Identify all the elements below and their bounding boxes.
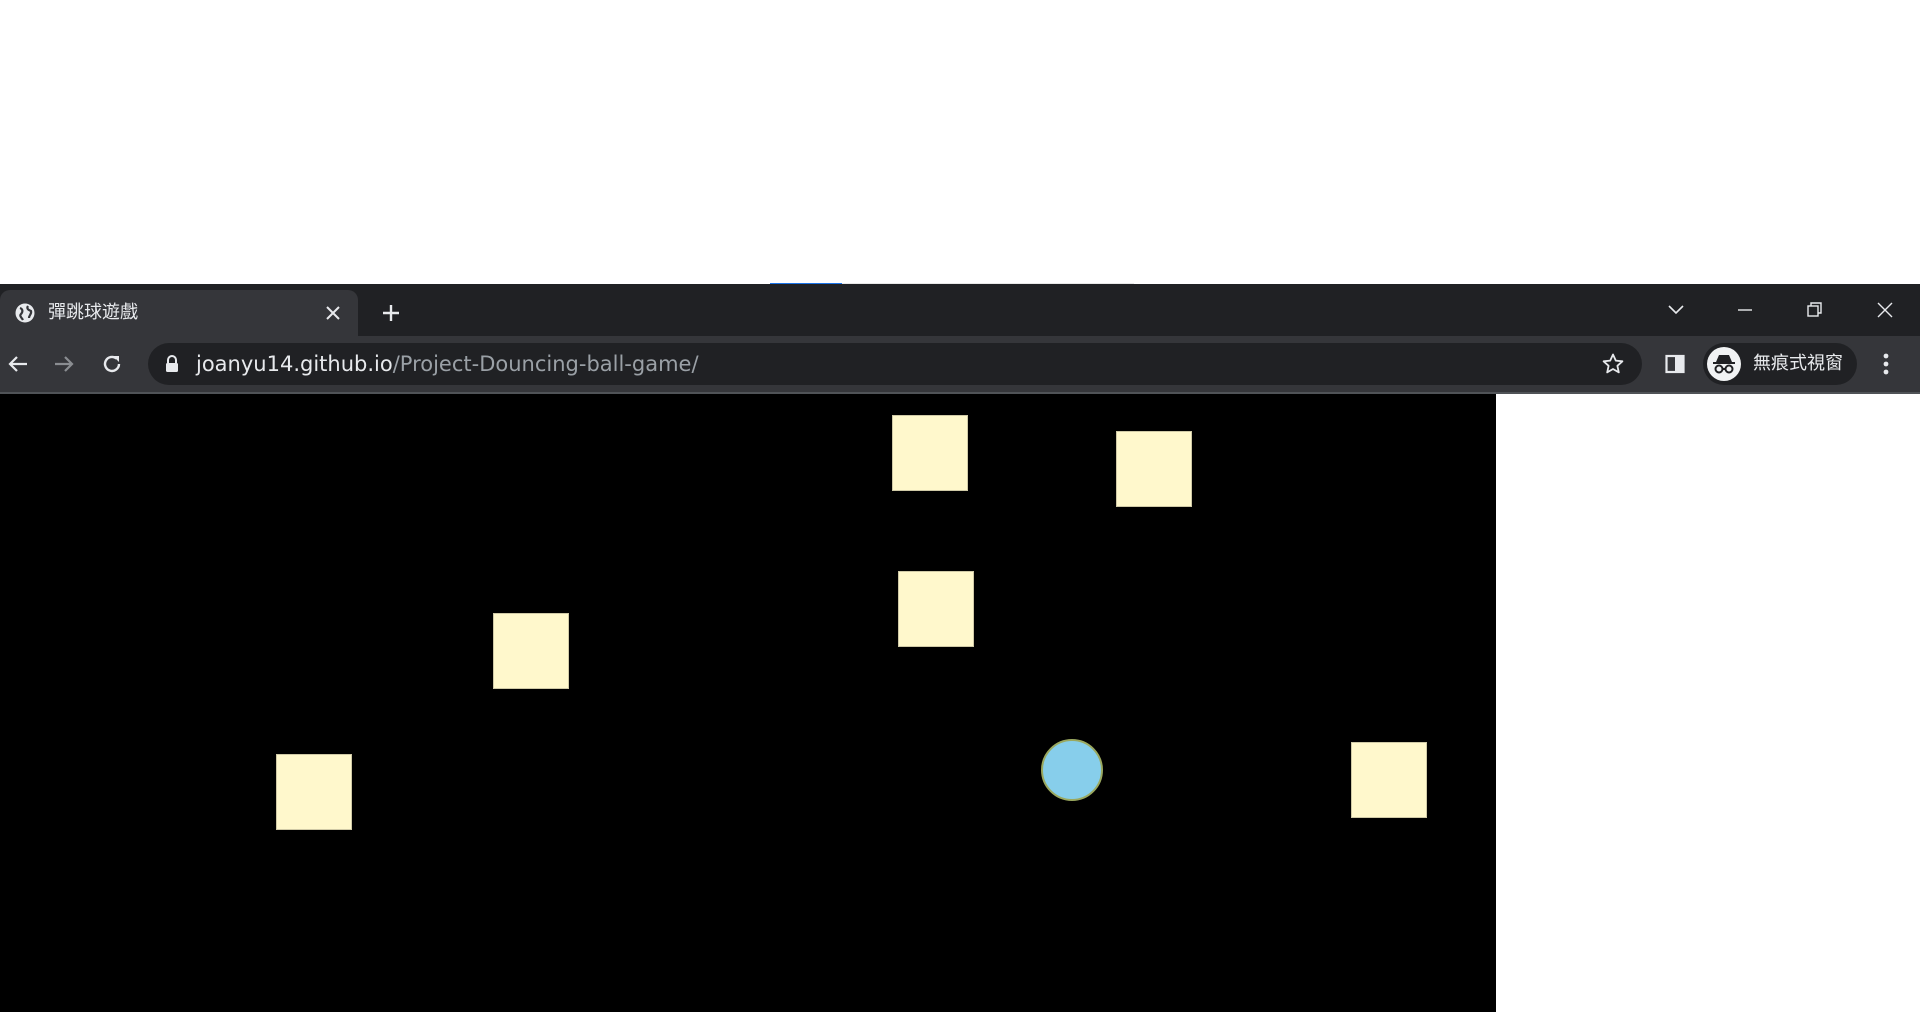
incognito-icon [1707,347,1741,381]
back-button[interactable] [0,346,36,382]
bouncing-ball [1041,739,1103,801]
minimize-icon [1738,309,1752,311]
side-panel-button[interactable] [1657,346,1693,382]
star-icon [1602,353,1624,374]
close-icon [1877,302,1893,318]
blank-area-above-browser [0,0,1920,283]
arrow-right-icon [55,356,74,372]
restore-button[interactable] [1795,294,1835,326]
close-icon[interactable] [320,300,346,326]
browser-menu-button[interactable] [1868,346,1904,382]
square-block [892,415,968,491]
page-viewport [0,394,1920,1012]
arrow-left-icon [8,356,27,372]
square-block [493,613,569,689]
incognito-label: 無痕式視窗 [1753,353,1843,374]
tab-active[interactable]: 彈跳球遊戲 [0,290,358,336]
square-block [1116,431,1192,507]
forward-button[interactable] [46,346,82,382]
url-text[interactable]: joanyu14.github.io/Project-Douncing-ball… [196,343,699,385]
url-host: joanyu14.github.io [196,352,393,376]
plus-icon [383,305,399,321]
bookmark-button[interactable] [1596,347,1630,381]
incognito-profile-button[interactable]: 無痕式視窗 [1703,343,1857,385]
globe-icon [14,302,36,324]
reload-button[interactable] [94,346,130,382]
minimize-button[interactable] [1725,294,1765,326]
square-block [898,571,974,647]
url-path: /Project-Douncing-ball-game/ [392,352,699,376]
window-close-button[interactable] [1865,294,1905,326]
square-block [276,754,352,830]
game-canvas[interactable] [0,394,1496,1012]
square-block [1351,742,1427,818]
restore-icon [1807,302,1822,317]
lock-icon[interactable] [164,355,180,373]
side-panel-icon [1665,354,1685,374]
chevron-down-icon [1668,305,1684,315]
browser-toolbar: joanyu14.github.io/Project-Douncing-ball… [0,336,1920,392]
reload-icon [103,355,121,373]
kebab-menu-icon [1883,353,1889,375]
tab-strip: 彈跳球遊戲 [0,284,1920,336]
tab-search-button[interactable] [1656,294,1696,326]
browser-window: 彈跳球遊戲 joanyu14.github.io/Project-Douncin… [0,284,1920,394]
new-tab-button[interactable] [376,298,406,328]
tab-title: 彈跳球遊戲 [48,302,138,323]
address-bar[interactable]: joanyu14.github.io/Project-Douncing-ball… [148,343,1642,385]
